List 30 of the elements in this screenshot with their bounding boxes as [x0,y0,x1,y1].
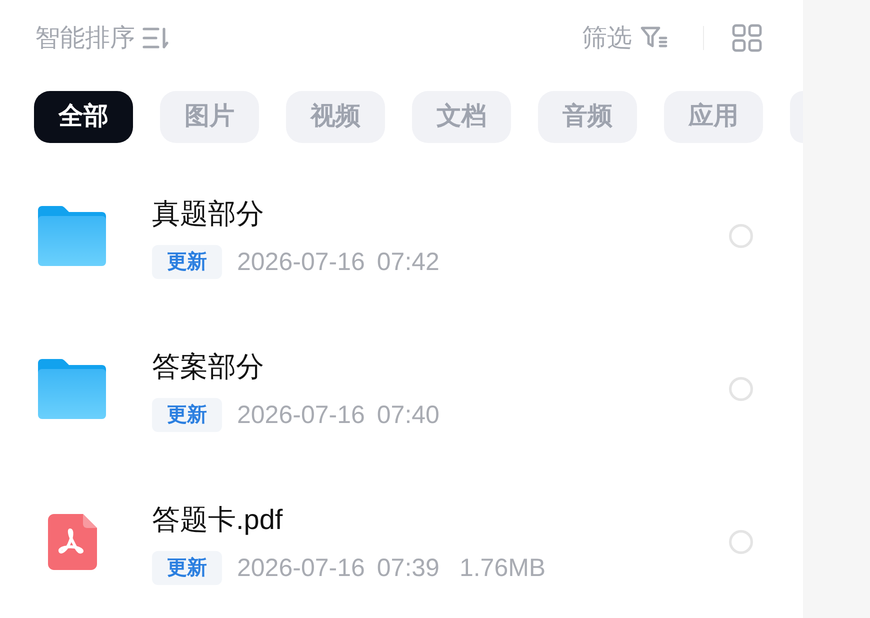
filter-label[interactable]: 筛选 [582,22,632,54]
update-badge: 更新 [152,245,222,279]
update-badge: 更新 [152,398,222,432]
file-name[interactable]: 答题卡.pdf [152,502,283,538]
selection-circle[interactable] [729,224,753,248]
category-tab[interactable]: 应用 [664,91,763,143]
modified-time: 07:42 [376,247,440,278]
selection-circle[interactable] [729,530,753,554]
selection-circle[interactable] [729,376,753,400]
update-badge: 更新 [152,551,222,585]
folder-icon [38,206,106,266]
category-tab[interactable]: 音频 [538,91,637,143]
grid-view-icon[interactable] [732,24,762,52]
sort-icon[interactable] [142,26,170,50]
folder-icon [38,358,106,418]
category-tab[interactable]: 文档 [412,91,511,143]
file-size: 1.76MB [459,553,546,584]
modified-time: 07:39 [376,553,440,584]
file-name[interactable]: 答案部分 [152,349,264,385]
category-tab[interactable]: 全部 [34,91,133,143]
modified-date: 2026-07-16 [237,553,365,584]
category-tab[interactable]: 图片 [160,91,259,143]
modified-time: 07:40 [376,400,440,431]
file-name[interactable]: 真题部分 [152,196,264,232]
sort-label[interactable]: 智能排序 [35,22,135,54]
modified-date: 2026-07-16 [237,247,365,278]
modified-date: 2026-07-16 [237,400,365,431]
filter-icon[interactable] [640,26,668,50]
pdf-file-icon [48,514,96,570]
category-tab[interactable]: 视频 [286,91,385,143]
